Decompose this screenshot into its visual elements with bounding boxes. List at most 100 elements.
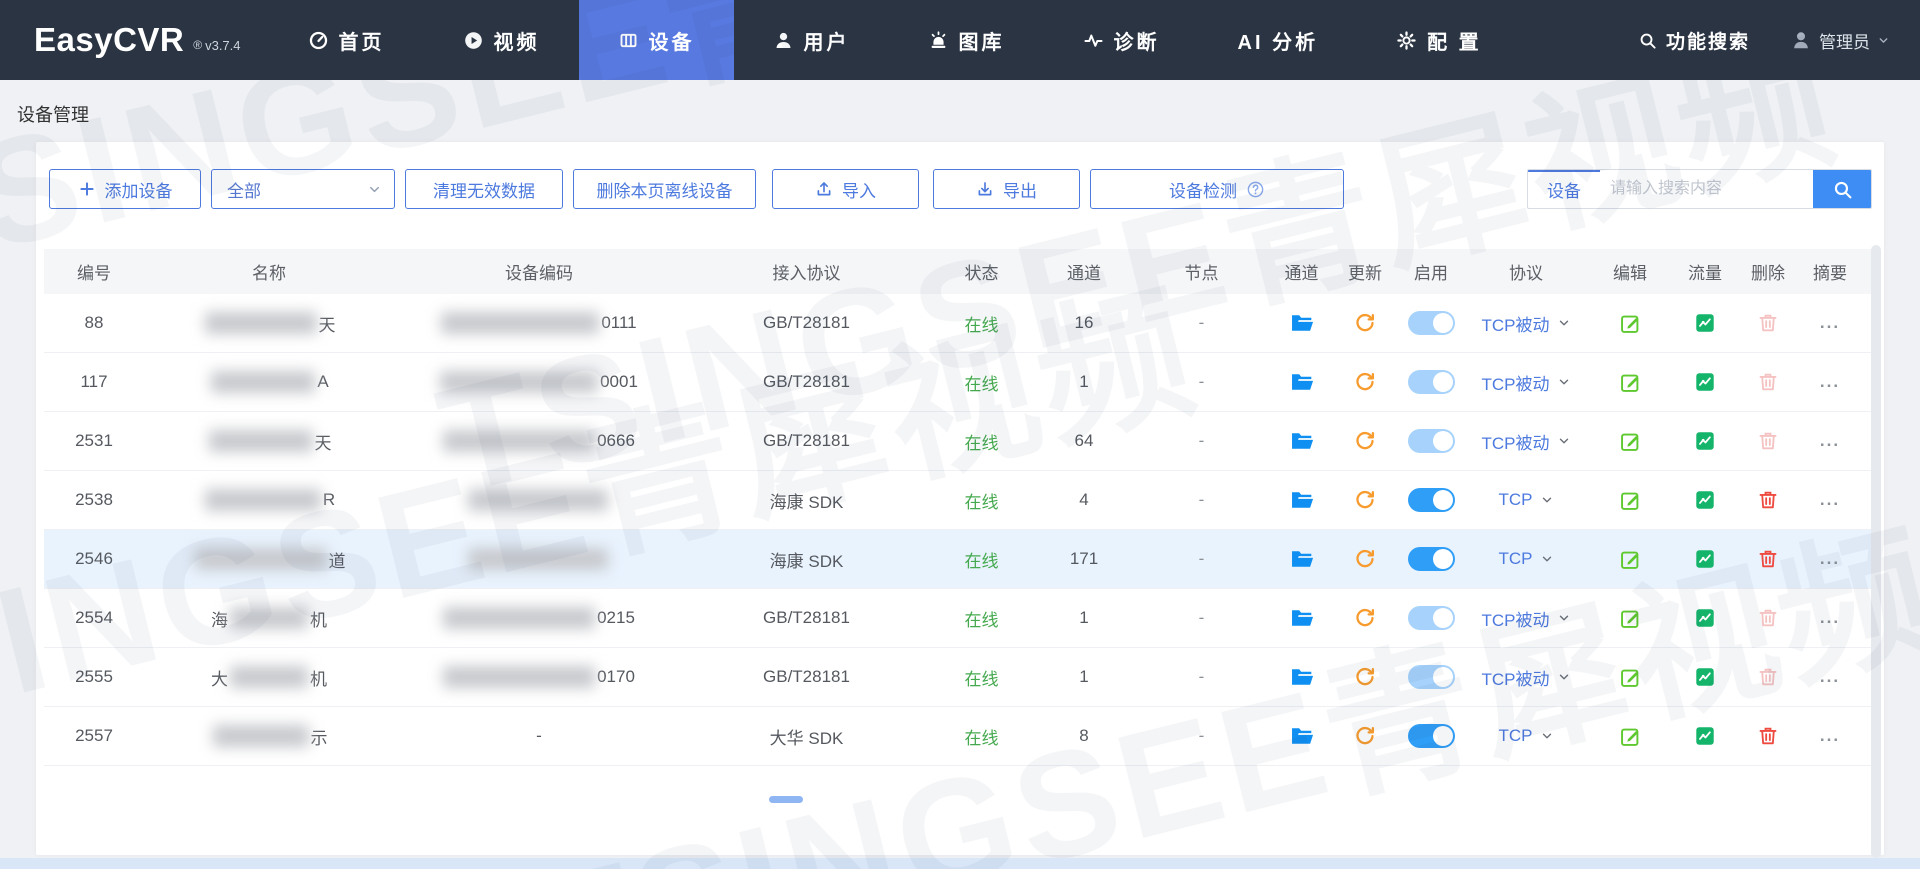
traffic-icon[interactable] bbox=[1694, 548, 1716, 570]
stream-protocol-value: TCP bbox=[1498, 726, 1533, 745]
device-check-button[interactable]: 设备检测 bbox=[1090, 169, 1344, 209]
traffic-icon[interactable] bbox=[1694, 725, 1716, 747]
summary-ellipsis[interactable]: ... bbox=[1800, 667, 1860, 687]
delete-icon[interactable] bbox=[1757, 371, 1779, 393]
traffic-icon[interactable] bbox=[1694, 607, 1716, 629]
redacted-name bbox=[204, 489, 321, 511]
traffic-icon[interactable] bbox=[1694, 312, 1716, 334]
cell-device-code: 0001 bbox=[394, 371, 684, 393]
edit-icon[interactable] bbox=[1619, 489, 1642, 512]
stream-protocol-dropdown[interactable]: TCP bbox=[1466, 549, 1586, 569]
nav-item-user[interactable]: 用户 bbox=[734, 0, 889, 80]
device-type-filter[interactable]: 全部 bbox=[211, 169, 395, 209]
traffic-icon[interactable] bbox=[1694, 371, 1716, 393]
stream-protocol-dropdown[interactable]: TCP bbox=[1466, 490, 1586, 510]
edit-icon[interactable] bbox=[1619, 371, 1642, 394]
channel-folder-icon[interactable] bbox=[1289, 546, 1315, 572]
channel-folder-icon[interactable] bbox=[1289, 723, 1315, 749]
enable-toggle[interactable] bbox=[1407, 665, 1455, 689]
search-input[interactable] bbox=[1600, 170, 1813, 208]
cell-channel-folder bbox=[1269, 310, 1334, 336]
import-button[interactable]: 导入 bbox=[772, 169, 919, 209]
nav-item-label: 首页 bbox=[338, 31, 385, 54]
enable-toggle[interactable] bbox=[1407, 547, 1455, 571]
summary-ellipsis[interactable]: ... bbox=[1800, 372, 1860, 392]
delete-icon[interactable] bbox=[1757, 312, 1779, 334]
traffic-icon[interactable] bbox=[1694, 489, 1716, 511]
refresh-icon[interactable] bbox=[1354, 489, 1376, 511]
edit-icon[interactable] bbox=[1619, 430, 1642, 453]
traffic-icon[interactable] bbox=[1694, 430, 1716, 452]
delete-icon[interactable] bbox=[1757, 548, 1779, 570]
channel-folder-icon[interactable] bbox=[1289, 487, 1315, 513]
delete-icon[interactable] bbox=[1757, 430, 1779, 452]
cell-node: - bbox=[1198, 726, 1205, 745]
stream-protocol-dropdown[interactable]: TCP被动 bbox=[1466, 370, 1586, 395]
clean-invalid-button[interactable]: 清理无效数据 bbox=[405, 169, 563, 209]
channel-folder-icon[interactable] bbox=[1289, 369, 1315, 395]
enable-toggle[interactable] bbox=[1407, 311, 1455, 335]
delete-offline-button[interactable]: 删除本页离线设备 bbox=[573, 169, 756, 209]
delete-icon[interactable] bbox=[1757, 725, 1779, 747]
user-menu[interactable]: 管理员 bbox=[1790, 28, 1890, 53]
delete-icon[interactable] bbox=[1757, 607, 1779, 629]
nav-item-device[interactable]: 设备 bbox=[578, 0, 734, 80]
summary-ellipsis[interactable]: ... bbox=[1800, 608, 1860, 628]
summary-ellipsis[interactable]: ... bbox=[1800, 490, 1860, 510]
search-type-select[interactable]: 设备 bbox=[1528, 170, 1600, 208]
stream-protocol-dropdown[interactable]: TCP被动 bbox=[1466, 429, 1586, 454]
refresh-icon[interactable] bbox=[1354, 548, 1376, 570]
channel-folder-icon[interactable] bbox=[1289, 664, 1315, 690]
diagnosis-icon bbox=[1083, 30, 1104, 51]
edit-icon[interactable] bbox=[1619, 607, 1642, 630]
edit-icon[interactable] bbox=[1619, 725, 1642, 748]
refresh-icon[interactable] bbox=[1354, 725, 1376, 747]
function-search-button[interactable]: 功能搜索 bbox=[1638, 27, 1750, 54]
stream-protocol-dropdown[interactable]: TCP被动 bbox=[1466, 311, 1586, 336]
stream-protocol-dropdown[interactable]: TCP被动 bbox=[1466, 606, 1586, 631]
enable-toggle[interactable] bbox=[1407, 724, 1455, 748]
enable-toggle[interactable] bbox=[1407, 488, 1455, 512]
edit-icon[interactable] bbox=[1619, 666, 1642, 689]
stream-protocol-dropdown[interactable]: TCP bbox=[1466, 726, 1586, 746]
export-button[interactable]: 导出 bbox=[933, 169, 1080, 209]
channel-folder-icon[interactable] bbox=[1289, 310, 1315, 336]
nav-item-video[interactable]: 视频 bbox=[424, 0, 579, 80]
nav-item-home[interactable]: 首页 bbox=[269, 0, 424, 80]
nav-item-diagnosis[interactable]: 诊断 bbox=[1044, 0, 1199, 80]
cell-channel-count: 171 bbox=[1069, 549, 1099, 568]
refresh-icon[interactable] bbox=[1354, 666, 1376, 688]
vertical-scrollbar[interactable] bbox=[1871, 245, 1881, 858]
add-device-button[interactable]: 添加设备 bbox=[49, 169, 201, 209]
summary-ellipsis[interactable]: ... bbox=[1800, 549, 1860, 569]
cell-delete bbox=[1736, 430, 1800, 452]
delete-icon[interactable] bbox=[1757, 489, 1779, 511]
nav-item-config[interactable]: 配 置 bbox=[1357, 0, 1521, 80]
channel-folder-icon[interactable] bbox=[1289, 428, 1315, 454]
delete-icon[interactable] bbox=[1757, 666, 1779, 688]
traffic-icon[interactable] bbox=[1694, 666, 1716, 688]
channel-folder-icon[interactable] bbox=[1289, 605, 1315, 631]
chevron-down-icon bbox=[1557, 375, 1571, 389]
summary-ellipsis[interactable]: ... bbox=[1800, 313, 1860, 333]
summary-ellipsis[interactable]: ... bbox=[1800, 726, 1860, 746]
edit-icon[interactable] bbox=[1619, 548, 1642, 571]
refresh-icon[interactable] bbox=[1354, 312, 1376, 334]
bottom-scrollbar-strip[interactable] bbox=[0, 858, 1920, 869]
enable-toggle[interactable] bbox=[1407, 370, 1455, 394]
nav-item-gallery[interactable]: 图库 bbox=[889, 0, 1044, 80]
summary-ellipsis[interactable]: ... bbox=[1800, 431, 1860, 451]
edit-icon[interactable] bbox=[1619, 312, 1642, 335]
refresh-icon[interactable] bbox=[1354, 607, 1376, 629]
column-header: 流量 bbox=[1688, 264, 1722, 283]
search-button[interactable] bbox=[1813, 170, 1871, 208]
enable-toggle[interactable] bbox=[1407, 429, 1455, 453]
nav-item-ai-analysis[interactable]: AI 分析 bbox=[1199, 0, 1358, 80]
stream-protocol-dropdown[interactable]: TCP被动 bbox=[1466, 665, 1586, 690]
cell-edit bbox=[1586, 312, 1674, 335]
redacted-name bbox=[230, 666, 308, 688]
refresh-icon[interactable] bbox=[1354, 430, 1376, 452]
horizontal-scrollbar-thumb[interactable] bbox=[769, 796, 803, 803]
enable-toggle[interactable] bbox=[1407, 606, 1455, 630]
refresh-icon[interactable] bbox=[1354, 371, 1376, 393]
